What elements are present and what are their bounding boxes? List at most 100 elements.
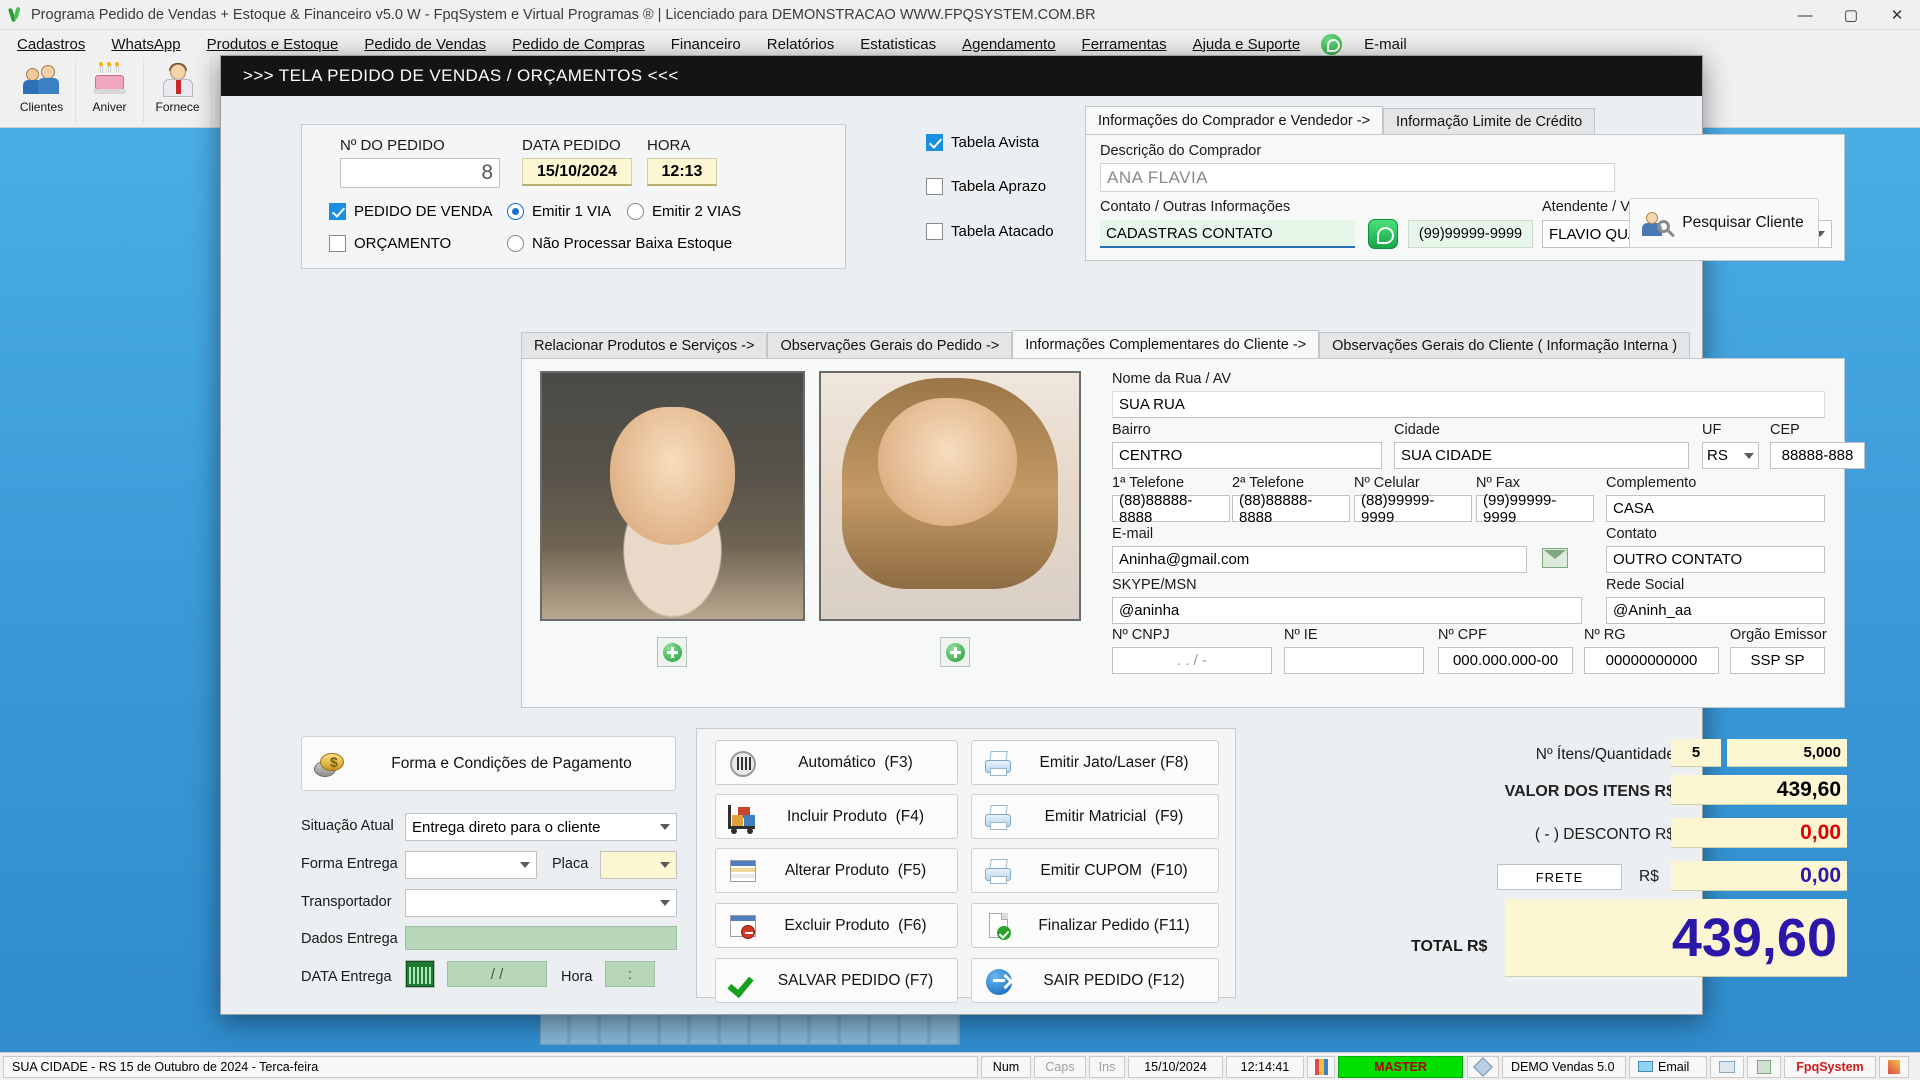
desconto-value[interactable]: 0,00 [1671,818,1847,848]
menu-item-agendamento[interactable]: Agendamento [949,32,1068,57]
status-time: 12:14:41 [1226,1055,1304,1078]
maximize-button[interactable]: ▢ [1828,0,1874,30]
whatsapp-send-icon[interactable] [1368,219,1398,249]
pedido-de-venda-checkbox[interactable]: PEDIDO DE VENDA [329,203,492,220]
telefone2-input[interactable]: (88)88888-8888 [1232,492,1350,526]
automatico-label: Automático (F3) [798,753,913,771]
status-email-button[interactable]: Email [1629,1055,1707,1078]
emitir-2-vias-radio[interactable]: Emitir 2 VIAS [627,203,741,220]
cep-input[interactable]: 88888-888 [1770,442,1865,469]
data-entrega-input[interactable]: / / [447,961,547,987]
telefone1-input[interactable]: (88)88888-8888 [1112,492,1230,526]
email-input[interactable]: Aninha@gmail.com [1112,546,1527,573]
menu-item-produtos-estoque[interactable]: Produtos e Estoque [194,32,352,57]
alterar-produto-label: Alterar Produto (F5) [784,861,927,879]
bairro-input[interactable]: CENTRO [1112,442,1382,469]
rua-input[interactable]: SUA RUA [1112,391,1825,418]
order-number-input[interactable]: 8 [340,158,500,188]
uf-select[interactable]: RS [1702,442,1759,469]
toolbar-item-aniver[interactable]: Aniver [76,58,144,124]
forma-entrega-select[interactable] [405,851,537,879]
tab-informacoes-complementares-cliente[interactable]: Informações Complementares do Cliente -> [1012,330,1320,358]
automatico-button[interactable]: Automático (F3) [715,740,958,785]
emitir-1-via-radio[interactable]: Emitir 1 VIA [507,203,611,220]
close-button[interactable]: ✕ [1874,0,1920,30]
menu-item-ferramentas[interactable]: Ferramentas [1069,32,1180,57]
descricao-comprador-input[interactable]: ANA FLAVIA [1100,163,1615,192]
salvar-pedido-button[interactable]: SALVAR PEDIDO (F7) [715,958,958,1003]
status-download-icon[interactable] [1747,1055,1781,1078]
menu-item-ajuda-suporte[interactable]: Ajuda e Suporte [1180,32,1314,57]
status-printer-icon[interactable] [1710,1055,1744,1078]
rede-social-input[interactable]: @Aninh_aa [1606,597,1825,624]
tabela-avista-checkbox[interactable]: Tabela Avista [926,134,1039,151]
alterar-produto-button[interactable]: Alterar Produto (F5) [715,848,958,893]
menu-item-relatorios[interactable]: Relatórios [754,32,848,57]
menu-item-financeiro[interactable]: Financeiro [658,32,754,57]
tab-observacoes-gerais-pedido[interactable]: Observações Gerais do Pedido -> [767,332,1013,358]
toolbar-item-fornecedores[interactable]: Fornece [144,58,212,124]
placa-select[interactable] [600,851,677,879]
send-email-icon[interactable] [1542,548,1568,568]
emitir-cupom-button[interactable]: Emitir CUPOM (F10) [971,848,1219,893]
add-photo-1-button[interactable] [657,637,687,667]
add-photo-2-button[interactable] [940,637,970,667]
orgao-emissor-input[interactable]: SSP SP [1730,647,1825,674]
order-date-input[interactable]: 15/10/2024 [522,158,632,186]
client-photo-1[interactable] [540,371,805,621]
excluir-produto-button[interactable]: Excluir Produto (F6) [715,903,958,948]
skype-label: SKYPE/MSN [1112,577,1197,593]
sair-pedido-button[interactable]: SAIR PEDIDO (F12) [971,958,1219,1003]
tabela-atacado-checkbox[interactable]: Tabela Atacado [926,223,1054,240]
ie-input[interactable] [1284,647,1424,674]
nao-processar-baixa-estoque-radio[interactable]: Não Processar Baixa Estoque [507,235,732,252]
orgao-emissor-label: Orgão Emissor [1730,627,1827,643]
fax-input[interactable]: (99)99999-9999 [1476,492,1594,526]
forma-condicoes-pagamento-button[interactable]: Forma e Condições de Pagamento [301,736,676,791]
tab-informacao-limite-credito[interactable]: Informação Limite de Crédito [1383,108,1596,134]
tabela-aprazo-checkbox[interactable]: Tabela Aprazo [926,178,1046,195]
hora-entrega-input[interactable]: : [605,961,655,987]
menu-item-estatisticas[interactable]: Estatisticas [847,32,949,57]
incluir-produto-button[interactable]: Incluir Produto (F4) [715,794,958,839]
celular-input[interactable]: (88)99999-9999 [1354,492,1472,526]
tab-observacoes-gerais-cliente[interactable]: Observações Gerais do Cliente ( Informaç… [1319,332,1691,358]
supplier-icon [158,62,198,98]
order-time-input[interactable]: 12:13 [647,158,717,186]
skype-input[interactable]: @aninha [1112,597,1582,624]
orcamento-checkbox[interactable]: ORÇAMENTO [329,235,451,252]
rg-input[interactable]: 00000000000 [1584,647,1719,674]
whatsapp-number-input[interactable]: (99)99999-9999 [1408,220,1533,248]
whatsapp-icon[interactable] [1319,33,1345,55]
status-last-icon[interactable] [1879,1055,1909,1078]
tab-relacionar-produtos-servicos[interactable]: Relacionar Produtos e Serviços -> [521,332,768,358]
cnpj-input[interactable]: . . / - [1112,647,1272,674]
cpf-input[interactable]: 000.000.000-00 [1438,647,1573,674]
emitir-matricial-button[interactable]: Emitir Matricial (F9) [971,794,1219,839]
contato-outras-informacoes-input[interactable]: CADASTRAS CONTATO [1100,220,1355,248]
cidade-input[interactable]: SUA CIDADE [1394,442,1689,469]
tab-informacoes-comprador-vendedor[interactable]: Informações do Comprador e Vendedor -> [1085,106,1384,134]
menu-item-cadastros[interactable]: Cadastros [4,32,98,57]
menu-item-pedido-compras[interactable]: Pedido de Compras [499,32,658,57]
calendar-picker-button[interactable] [405,960,435,988]
menu-item-email[interactable]: E-mail [1351,32,1420,57]
menu-item-pedido-vendas[interactable]: Pedido de Vendas [351,32,499,57]
contato-input[interactable]: OUTRO CONTATO [1606,546,1825,573]
menu-item-whatsapp[interactable]: WhatsApp [98,32,193,57]
dados-entrega-input[interactable] [405,926,677,950]
cidade-label: Cidade [1394,422,1440,438]
finalizar-pedido-button[interactable]: Finalizar Pedido (F11) [971,903,1219,948]
complemento-input[interactable]: CASA [1606,495,1825,522]
menu-label: Cadastros [17,35,86,53]
emitir-jato-laser-button[interactable]: Emitir Jato/Laser (F8) [971,740,1219,785]
frete-button[interactable]: FRETE [1497,864,1622,890]
situacao-atual-select[interactable]: Entrega direto para o cliente [405,813,677,841]
minimize-button[interactable]: — [1782,0,1828,30]
toolbar-item-clientes[interactable]: Clientes [8,58,76,124]
pesquisar-cliente-button[interactable]: Pesquisar Cliente [1629,198,1819,248]
frete-value[interactable]: 0,00 [1671,861,1847,891]
client-photo-2[interactable] [819,371,1081,621]
transportador-select[interactable] [405,889,677,917]
valor-itens-value: 439,60 [1671,775,1847,805]
